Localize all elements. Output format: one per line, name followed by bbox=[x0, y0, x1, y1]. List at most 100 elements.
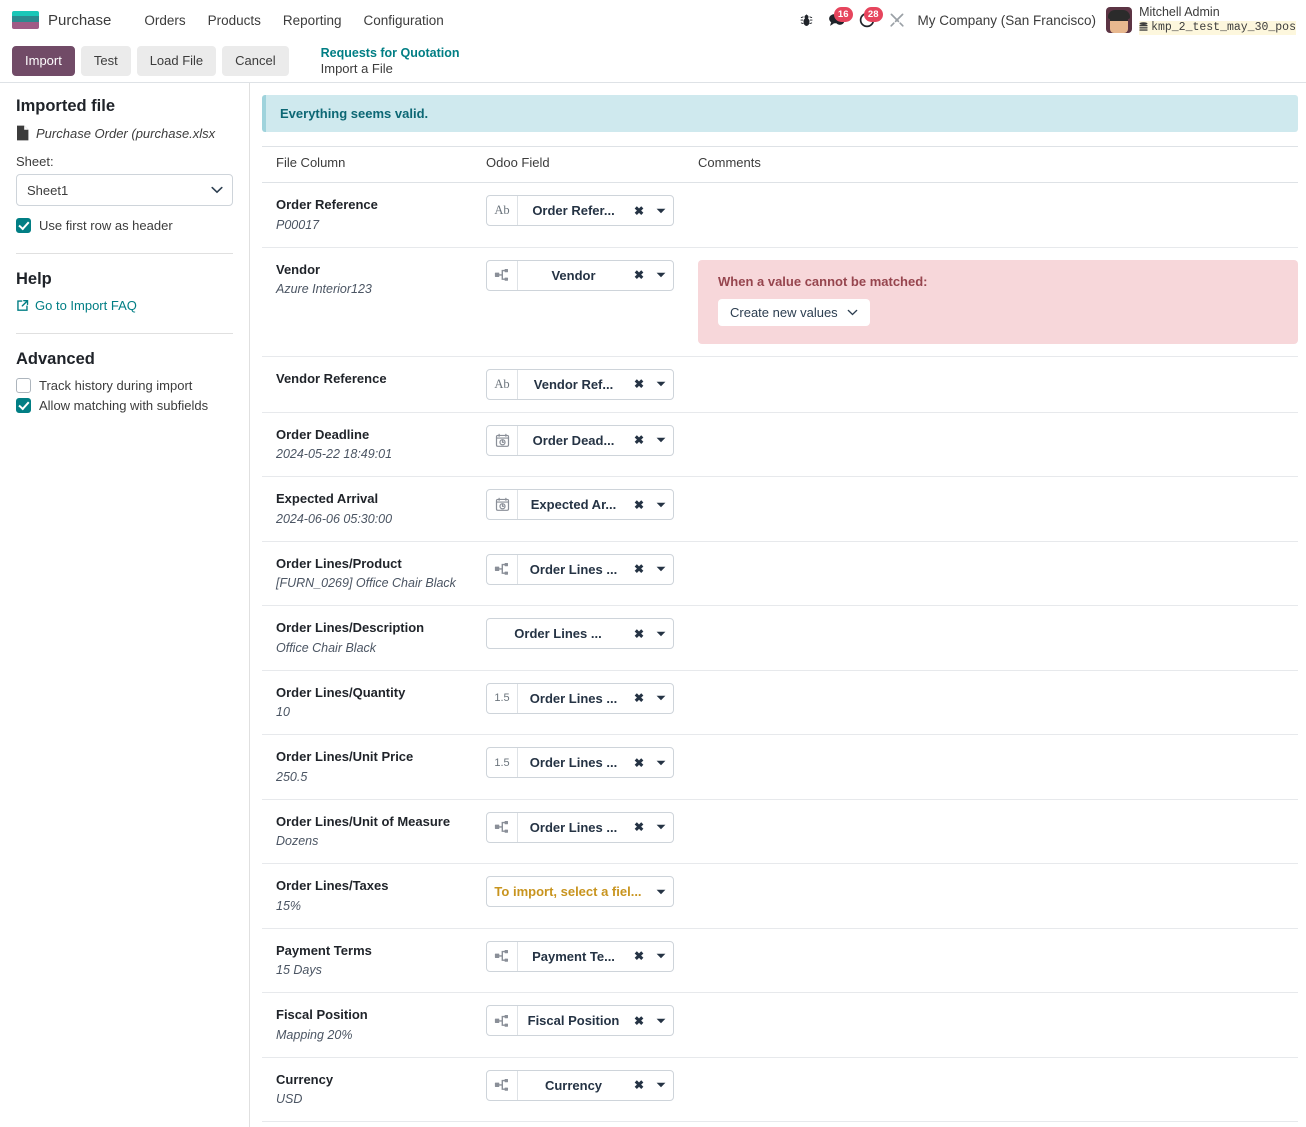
user-menu[interactable]: Mitchell Admin kmp_2_test_may_30_pos bbox=[1106, 5, 1300, 35]
odoo-field-label: Order Refer... bbox=[532, 203, 615, 218]
track-history-label: Track history during import bbox=[39, 378, 193, 393]
first-row-header-checkbox-row[interactable]: Use first row as header bbox=[16, 218, 233, 233]
odoo-field-cell: Expected Ar... ✖ bbox=[472, 476, 684, 542]
chevron-down-icon bbox=[847, 309, 858, 315]
table-row: Payment Terms 15 Days Payment Te... ✖ bbox=[262, 928, 1298, 993]
chevron-down-icon[interactable] bbox=[649, 1082, 673, 1088]
table-row: Order Lines/Taxes 15% To import, select a … bbox=[262, 863, 1298, 929]
clear-field-icon[interactable]: ✖ bbox=[629, 1078, 649, 1092]
messages-button[interactable]: 16 bbox=[822, 5, 853, 35]
table-row: Vendor Azure Interior123 Vendor ✖ When a val… bbox=[262, 247, 1298, 357]
odoo-field-selector[interactable]: Currency ✖ bbox=[486, 1069, 674, 1101]
company-switcher[interactable]: My Company (San Francisco) bbox=[912, 13, 1107, 28]
chevron-down-icon[interactable] bbox=[649, 953, 673, 959]
chevron-down-icon[interactable] bbox=[649, 631, 673, 637]
file-column-name: Order Lines/Description bbox=[276, 620, 425, 635]
chevron-down-icon[interactable] bbox=[649, 1018, 673, 1024]
odoo-field-selector[interactable]: Fiscal Position ✖ bbox=[486, 1005, 674, 1036]
track-history-row[interactable]: Track history during import bbox=[16, 378, 233, 393]
relation-field-icon bbox=[487, 941, 518, 971]
activities-badge: 28 bbox=[863, 7, 883, 22]
clear-field-icon[interactable]: ✖ bbox=[629, 820, 649, 834]
breadcrumb-current: Import a File bbox=[320, 60, 393, 76]
odoo-field-label: Order Lines ... bbox=[514, 626, 602, 641]
chevron-down-icon[interactable] bbox=[649, 208, 673, 214]
clear-field-icon[interactable]: ✖ bbox=[629, 691, 649, 705]
odoo-field-selector[interactable]: To import, select a fiel... bbox=[486, 876, 674, 907]
table-row: IncotermEX WORKSIncoterm✖ bbox=[262, 1121, 1298, 1127]
odoo-field-selector[interactable]: Ab Vendor Ref... ✖ bbox=[486, 368, 674, 400]
sheet-select[interactable]: Sheet1 bbox=[16, 174, 233, 206]
load-file-button[interactable]: Load File bbox=[136, 46, 217, 76]
breadcrumb-parent[interactable]: Requests for Quotation bbox=[321, 45, 460, 61]
odoo-field-label: Expected Ar... bbox=[530, 497, 617, 512]
file-column-cell: Order Reference P00017 bbox=[262, 182, 472, 248]
clear-field-icon[interactable]: ✖ bbox=[629, 949, 649, 963]
odoo-field-selector[interactable]: Vendor ✖ bbox=[486, 259, 674, 291]
chevron-down-icon[interactable] bbox=[649, 437, 673, 443]
import-button[interactable]: Import bbox=[12, 46, 75, 76]
subfields-row[interactable]: Allow matching with subfields bbox=[16, 398, 233, 413]
import-faq-link[interactable]: Go to Import FAQ bbox=[16, 298, 233, 313]
chevron-down-icon[interactable] bbox=[649, 824, 673, 830]
clear-field-icon[interactable]: ✖ bbox=[629, 627, 649, 641]
odoo-field-label: To import, select a fiel... bbox=[494, 884, 642, 899]
chevron-down-icon[interactable] bbox=[649, 502, 673, 508]
app-brand[interactable]: Purchase bbox=[12, 11, 111, 29]
first-row-header-checkbox[interactable] bbox=[16, 218, 31, 233]
menu-item-configuration[interactable]: Configuration bbox=[352, 7, 454, 34]
bug-icon[interactable] bbox=[792, 5, 822, 35]
menu-item-reporting[interactable]: Reporting bbox=[272, 7, 353, 34]
chevron-down-icon[interactable] bbox=[649, 272, 673, 278]
odoo-field-selector[interactable]: 1.5 Order Lines ... ✖ bbox=[486, 747, 674, 778]
clear-field-icon[interactable]: ✖ bbox=[629, 433, 649, 447]
file-column-cell: Order Lines/Quantity 10 bbox=[262, 670, 472, 735]
odoo-field-selector[interactable]: Payment Te... ✖ bbox=[486, 940, 674, 972]
table-header-row: File Column Odoo Field Comments bbox=[262, 146, 1298, 183]
field-mapping-body: Order Reference P00017 Ab Order Refer... ✖ Ve… bbox=[262, 182, 1298, 1127]
file-column-name: Vendor bbox=[276, 261, 321, 277]
chevron-down-icon[interactable] bbox=[649, 566, 673, 572]
odoo-field-label: Order Lines ... bbox=[529, 561, 618, 577]
menu-item-products[interactable]: Products bbox=[197, 7, 272, 34]
odoo-field-selector[interactable]: Expected Ar... ✖ bbox=[486, 489, 674, 520]
odoo-field-selector[interactable]: Order Dead... ✖ bbox=[486, 424, 674, 456]
clear-field-icon[interactable]: ✖ bbox=[629, 268, 649, 282]
avatar bbox=[1106, 7, 1133, 33]
odoo-field-cell: 1.5 Order Lines ... ✖ bbox=[472, 734, 684, 800]
cancel-button[interactable]: Cancel bbox=[222, 46, 289, 76]
clear-field-icon[interactable]: ✖ bbox=[629, 756, 649, 770]
file-column-name: Order Lines/Unit of Measure bbox=[276, 813, 451, 829]
odoo-field-selector[interactable]: Order Lines ... ✖ bbox=[486, 618, 674, 649]
subfields-checkbox[interactable] bbox=[16, 398, 31, 413]
menu-item-orders[interactable]: Orders bbox=[133, 7, 196, 34]
clear-field-icon[interactable]: ✖ bbox=[629, 562, 649, 576]
odoo-field-cell: Ab Order Refer... ✖ bbox=[472, 182, 684, 248]
chevron-down-icon[interactable] bbox=[649, 695, 673, 701]
clear-field-icon[interactable]: ✖ bbox=[629, 1014, 649, 1028]
file-column-sample: 15 Days bbox=[276, 963, 322, 977]
column-header-comments: Comments bbox=[684, 146, 1298, 183]
chevron-down-icon[interactable] bbox=[649, 889, 673, 895]
comments-cell bbox=[684, 670, 1298, 735]
file-column-name: Payment Terms bbox=[276, 942, 372, 958]
odoo-field-cell: Currency ✖ bbox=[472, 1057, 684, 1122]
odoo-field-selector[interactable]: Order Lines ... ✖ bbox=[486, 811, 674, 843]
odoo-field-selector[interactable]: 1.5 Order Lines ... ✖ bbox=[486, 682, 674, 714]
test-button[interactable]: Test bbox=[80, 46, 131, 76]
clear-field-icon[interactable]: ✖ bbox=[629, 498, 649, 512]
odoo-field-selector[interactable]: Ab Order Refer... ✖ bbox=[486, 195, 674, 226]
wrench-icon[interactable] bbox=[882, 5, 912, 35]
odoo-field-cell: Order Dead... ✖ bbox=[472, 412, 684, 477]
chevron-down-icon[interactable] bbox=[649, 760, 673, 766]
unmatched-value-select[interactable]: Create new values bbox=[718, 298, 870, 326]
unmatched-value-option: Create new values bbox=[730, 304, 838, 320]
track-history-checkbox[interactable] bbox=[16, 378, 31, 393]
activities-button[interactable]: 28 bbox=[852, 5, 883, 35]
odoo-field-selector[interactable]: Order Lines ... ✖ bbox=[486, 553, 674, 585]
column-header-file-column: File Column bbox=[262, 146, 472, 183]
clear-field-icon[interactable]: ✖ bbox=[629, 204, 649, 218]
clear-field-icon[interactable]: ✖ bbox=[629, 377, 649, 391]
chevron-down-icon[interactable] bbox=[649, 381, 673, 387]
comments-cell bbox=[684, 476, 1298, 542]
